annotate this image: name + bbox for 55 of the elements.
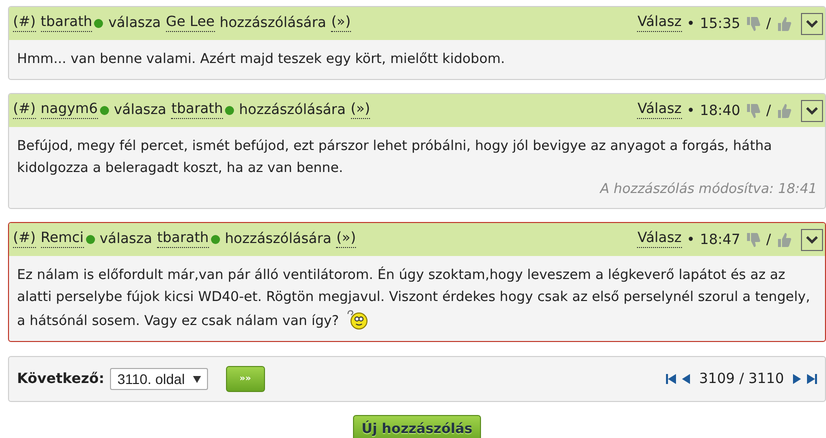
post-menu-button[interactable] bbox=[801, 100, 823, 122]
chevron-down-icon bbox=[806, 236, 818, 244]
reply-suffix: hozzászólására bbox=[220, 15, 326, 32]
separator: • bbox=[686, 232, 695, 248]
dropdown-arrow-icon bbox=[192, 376, 201, 382]
permalink[interactable]: (#) bbox=[13, 102, 36, 119]
separator: / bbox=[766, 232, 771, 248]
reply-verb: válasza bbox=[114, 102, 166, 118]
target-author-link[interactable]: tbarath bbox=[171, 102, 224, 119]
post-menu-button[interactable] bbox=[801, 228, 823, 250]
reply-link[interactable]: Válasz bbox=[637, 102, 682, 119]
separator: • bbox=[686, 16, 695, 32]
page-select[interactable]: 3110. oldal bbox=[110, 368, 208, 390]
thumb-down-icon[interactable] bbox=[745, 102, 762, 118]
jump-link[interactable]: (») bbox=[331, 15, 351, 32]
reply-verb: válasza bbox=[108, 15, 161, 32]
separator: / bbox=[766, 16, 771, 32]
author-link[interactable]: Remci bbox=[40, 231, 84, 248]
chevron-down-icon bbox=[806, 106, 818, 114]
separator: / bbox=[766, 102, 771, 118]
reply-verb: válasza bbox=[100, 231, 152, 248]
author-link[interactable]: nagym6 bbox=[40, 102, 98, 119]
post-text: Ez nálam is előfordult már,van pár álló ventilátorom. Én úgy szoktam,hogy leveszem a légkeverő lapátot és az az alatti perselybe fújok kicsi WD40-et. Rögtön megjavul. Viszont érdekes hogy csak az első perselynél szorul a tengely, a hátsónál sosem. Vagy ez csak nálam van így? bbox=[17, 267, 810, 329]
reply-link[interactable]: Válasz bbox=[637, 231, 682, 248]
permalink[interactable]: (#) bbox=[13, 231, 36, 248]
page-position: 3109 / 3110 bbox=[699, 371, 784, 387]
thumb-up-icon[interactable] bbox=[776, 102, 792, 118]
reply-suffix: hozzászólására bbox=[239, 102, 346, 118]
target-author-link[interactable]: Ge Lee bbox=[166, 15, 215, 32]
next-page-icon[interactable] bbox=[792, 374, 802, 384]
post-text: Hmm... van benne valami. Azért majd teszek egy kört, mielőtt kidobom. bbox=[17, 51, 505, 67]
thumb-down-icon[interactable] bbox=[745, 16, 762, 32]
post-time: 15:35 bbox=[700, 16, 740, 32]
last-page-icon[interactable] bbox=[807, 374, 817, 384]
next-label: Következő: bbox=[17, 371, 104, 387]
post-time: 18:47 bbox=[700, 232, 740, 248]
separator: • bbox=[686, 102, 695, 118]
permalink[interactable]: (#) bbox=[13, 15, 36, 32]
thumb-up-icon[interactable] bbox=[776, 232, 792, 248]
edited-note: A hozzászólás módosítva: 18:41 bbox=[600, 181, 817, 197]
first-page-icon[interactable] bbox=[666, 374, 676, 384]
jump-link[interactable]: (») bbox=[336, 231, 356, 248]
jump-link[interactable]: (») bbox=[350, 102, 370, 119]
post-time: 18:40 bbox=[700, 102, 740, 118]
post-menu-button[interactable] bbox=[801, 12, 823, 34]
thumb-up-icon[interactable] bbox=[776, 16, 792, 32]
author-link[interactable]: tbarath bbox=[40, 15, 92, 32]
chevron-down-icon bbox=[806, 20, 818, 28]
reply-suffix: hozzászólására bbox=[224, 231, 332, 248]
post-text: Befújod, megy fél percet, ismét befújod, ezt párszor lehet próbálni, hogy jól bevigye az anyagot a forgás, hátha kidolgozza a beleragadt koszt, ha az van benne. bbox=[17, 138, 772, 176]
new-post-button[interactable]: Új hozzászólás bbox=[352, 415, 482, 438]
previous-page-icon[interactable] bbox=[681, 374, 692, 384]
target-author-link[interactable]: tbarath bbox=[157, 231, 209, 248]
reply-link[interactable]: Válasz bbox=[637, 15, 682, 32]
thumb-down-icon[interactable] bbox=[745, 232, 762, 248]
